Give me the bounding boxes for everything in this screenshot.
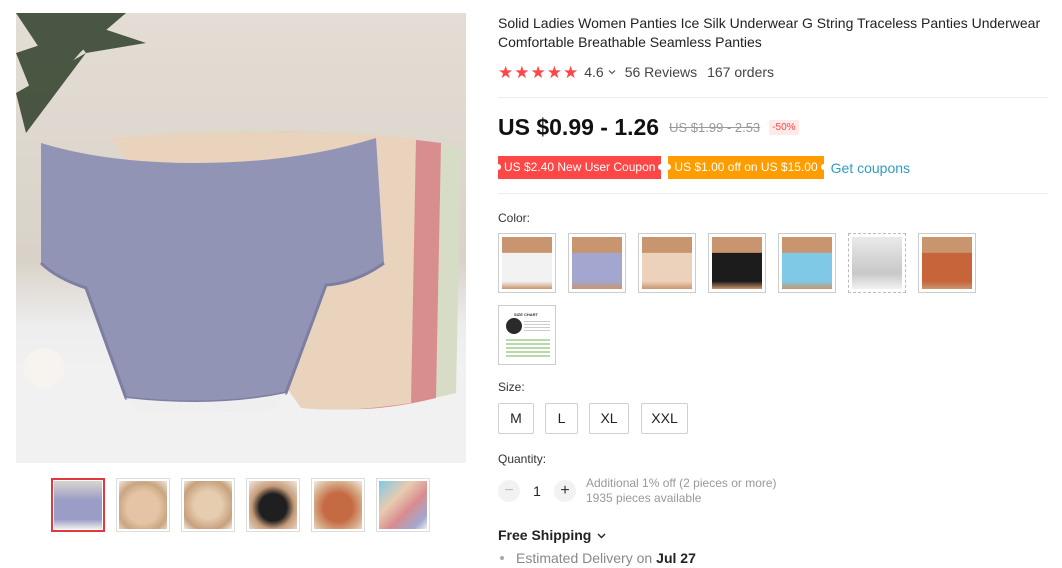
product-title: Solid Ladies Women Panties Ice Silk Unde…	[498, 15, 1041, 50]
color-swatch-skin[interactable]	[638, 233, 696, 293]
estimated-delivery: Estimated Delivery on Jul 27	[500, 550, 696, 566]
chevron-down-icon[interactable]	[607, 67, 617, 77]
original-price: US $1.99 - 2.53	[669, 120, 761, 135]
swatch-image	[572, 237, 622, 289]
thumbnail-beige[interactable]	[181, 478, 235, 532]
delivery-label: Estimated Delivery on	[516, 550, 653, 566]
thumbnail-purple[interactable]	[51, 478, 105, 532]
thumbnail-image	[379, 481, 427, 529]
thumbnail-image	[119, 481, 167, 529]
star-rating: ★ ★ ★ ★ ★	[498, 64, 578, 81]
quantity-value[interactable]: 1	[530, 483, 544, 499]
delivery-date: Jul 27	[656, 550, 696, 566]
color-swatch-white[interactable]	[498, 233, 556, 293]
bulk-discount-note: Additional 1% off (2 pieces or more)	[586, 476, 777, 490]
coupon-row: US $2.40 New User Coupon US $1.00 off on…	[494, 156, 910, 179]
thumbnail-image	[249, 481, 297, 529]
store-coupon[interactable]: US $1.00 off on US $15.00	[665, 156, 827, 179]
thumbnail-image	[54, 481, 102, 529]
star-icon: ★	[514, 62, 530, 82]
rating-row: ★ ★ ★ ★ ★ 4.6 56 Reviews 167 orders	[498, 63, 774, 81]
star-icon: ★	[546, 62, 562, 82]
thumbnail-black[interactable]	[246, 478, 300, 532]
size-option-m[interactable]: M	[498, 403, 534, 434]
reviews-link[interactable]: 56 Reviews	[625, 64, 697, 80]
size-chart-image: SIZE CHART	[502, 309, 552, 361]
shipping-label: Free Shipping	[498, 527, 592, 543]
divider	[498, 97, 1048, 98]
color-swatch-size-chart[interactable]: SIZE CHART	[498, 305, 556, 365]
stock-available: 1935 pieces available	[586, 491, 702, 505]
bullet-icon	[500, 556, 504, 560]
color-swatch-purple[interactable]	[568, 233, 626, 293]
star-icon: ★	[563, 62, 579, 82]
size-chart-figure	[506, 318, 522, 334]
quantity-label: Quantity:	[498, 452, 547, 466]
get-coupons-link[interactable]: Get coupons	[831, 160, 910, 176]
color-label: Color:	[498, 211, 531, 225]
swatch-image	[782, 237, 832, 289]
size-chart-lines	[524, 321, 550, 333]
color-swatch-gray[interactable]	[848, 233, 906, 293]
size-option-l[interactable]: L	[545, 403, 578, 434]
size-chart-table	[506, 339, 550, 359]
size-option-xxl[interactable]: XXL	[641, 403, 688, 434]
product-illustration	[16, 13, 466, 463]
color-swatch-orange[interactable]	[918, 233, 976, 293]
new-user-coupon[interactable]: US $2.40 New User Coupon	[494, 156, 665, 179]
thumbnail-mixed[interactable]	[376, 478, 430, 532]
quantity-note: Additional 1% off (2 pieces or more) 193…	[586, 476, 777, 506]
quantity-increase-button[interactable]: +	[554, 480, 576, 502]
size-chart-title: SIZE CHART	[514, 312, 538, 317]
swatch-image	[852, 237, 902, 289]
thumbnail-image	[314, 481, 362, 529]
current-price: US $0.99 - 1.26	[498, 114, 660, 140]
thumbnail-orange[interactable]	[311, 478, 365, 532]
rating-value[interactable]: 4.6	[584, 64, 603, 80]
thumbnail-skin[interactable]	[116, 478, 170, 532]
chevron-down-icon	[597, 533, 606, 538]
color-swatch-black[interactable]	[708, 233, 766, 293]
swatch-image	[712, 237, 762, 289]
swatch-image	[502, 237, 552, 289]
star-icon: ★	[498, 62, 514, 82]
main-product-image[interactable]	[16, 13, 466, 463]
discount-badge: -50%	[769, 120, 799, 135]
swatch-image	[922, 237, 972, 289]
divider	[498, 193, 1048, 194]
star-icon: ★	[530, 62, 546, 82]
size-label: Size:	[498, 380, 525, 394]
shipping-toggle[interactable]: Free Shipping	[498, 527, 607, 543]
price-row: US $0.99 - 1.26 US $1.99 - 2.53 -50%	[498, 114, 799, 141]
quantity-decrease-button[interactable]: −	[498, 480, 520, 502]
swatch-image	[642, 237, 692, 289]
color-swatch-blue[interactable]	[778, 233, 836, 293]
orders-count: 167 orders	[707, 64, 775, 80]
size-option-xl[interactable]: XL	[589, 403, 629, 434]
thumbnail-image	[184, 481, 232, 529]
